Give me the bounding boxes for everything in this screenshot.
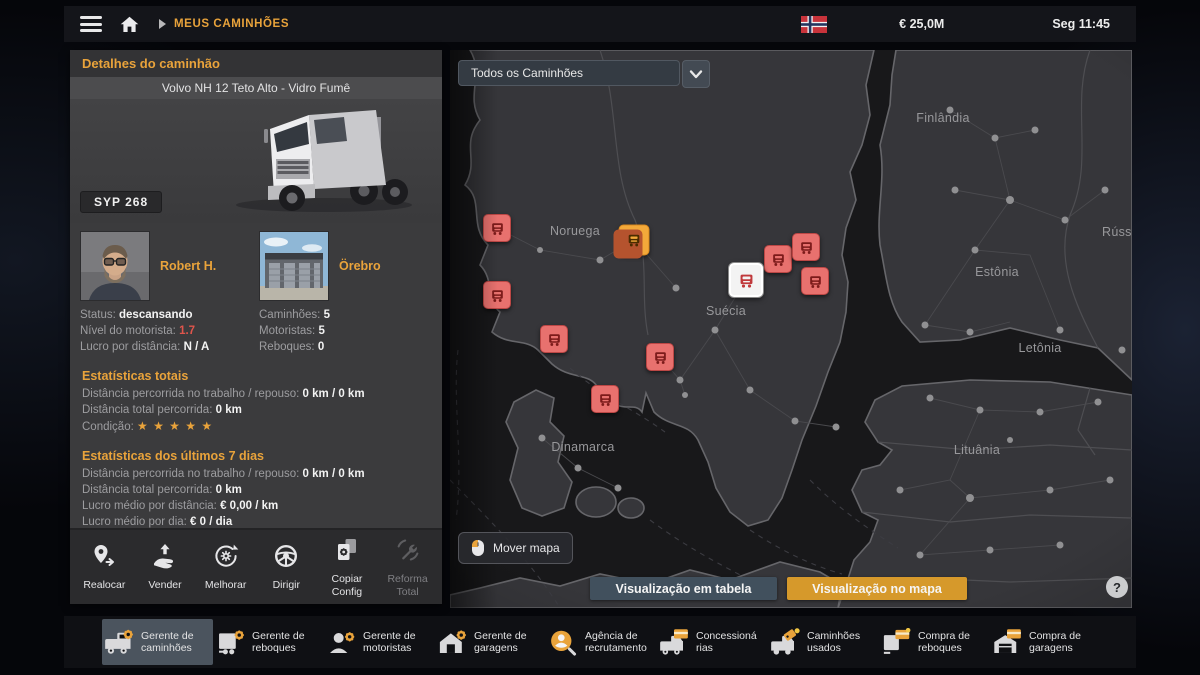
driver-level: Nível do motorista: 1.7 — [80, 323, 253, 339]
recruitment-agency-icon — [548, 628, 578, 656]
truck-marker-red[interactable] — [646, 343, 674, 371]
home-icon[interactable] — [120, 16, 139, 33]
help-button[interactable]: ? — [1106, 576, 1128, 598]
truck-marker-red[interactable] — [591, 385, 619, 413]
garage-purchase-icon — [992, 628, 1022, 656]
condition-row: Condição: ★ ★ ★ ★ ★ — [82, 418, 430, 435]
truck-marker-red[interactable] — [540, 325, 568, 353]
garage-trucks: Caminhões: 5 — [259, 307, 432, 323]
toolbar-garage-manager[interactable]: Gerente de garagens — [435, 619, 546, 665]
toolbar-trailer-purchase[interactable]: Compra de reboques — [879, 619, 990, 665]
table-view-button[interactable]: Visualização em tabela — [590, 577, 777, 600]
garage-photo — [259, 231, 329, 301]
relocate-icon — [90, 542, 118, 575]
truck-marker-orange-stack[interactable] — [619, 225, 650, 256]
truck-marker-red[interactable] — [764, 245, 792, 273]
map-view-button[interactable]: Visualização no mapa — [787, 577, 967, 600]
copy-config-icon — [333, 536, 361, 569]
garage-name[interactable]: Örebro — [339, 259, 381, 273]
truck-details-panel: Detalhes do caminhão Volvo NH 12 Teto Al… — [70, 50, 442, 604]
license-plate: SYP 268 — [80, 191, 162, 213]
truck-model: Volvo NH 12 Teto Alto - Vidro Fumê — [70, 77, 442, 99]
game-datetime: Seg 11:45 — [1052, 17, 1110, 31]
toolbar-trailer-manager[interactable]: Gerente de reboques — [213, 619, 324, 665]
country-label: Noruega — [550, 224, 600, 238]
breadcrumb-caret-icon — [159, 19, 166, 29]
truck-image — [214, 99, 424, 219]
garage-manager-icon — [437, 628, 467, 656]
total-distance: Distância total percorrida: 0 km — [82, 402, 430, 418]
drive-button[interactable]: Dirigir — [258, 542, 315, 592]
week-work-rest: Distância percorrida no trabalho / repou… — [82, 466, 430, 482]
week-distance: Distância total percorrida: 0 km — [82, 482, 430, 498]
sell-button[interactable]: Vender — [136, 542, 193, 592]
relocate-button[interactable]: Realocar — [76, 542, 133, 592]
garage-trailers: Reboques: 0 — [259, 339, 432, 355]
country-label: Estônia — [975, 265, 1019, 279]
drive-icon — [272, 542, 300, 575]
used-trucks-icon — [770, 628, 800, 656]
sell-icon — [151, 542, 179, 575]
panel-title: Detalhes do caminhão — [70, 50, 442, 77]
truck-filter-dropdown[interactable]: Todos os Caminhões — [458, 60, 680, 86]
toolbar-garage-purchase[interactable]: Compra de garagens — [990, 619, 1101, 665]
truck-marker-red[interactable] — [483, 214, 511, 242]
truck-filter-chevron-button[interactable] — [682, 60, 710, 88]
driver-name[interactable]: Robert H. — [160, 259, 216, 273]
country-label: Letônia — [1018, 341, 1061, 355]
garage-drivers: Motoristas: 5 — [259, 323, 432, 339]
toolbar-dealers[interactable]: Concessionárias — [657, 619, 768, 665]
dealers-icon — [659, 628, 689, 656]
trailer-purchase-icon — [881, 628, 911, 656]
norway-flag-icon — [801, 16, 827, 33]
total-stats-title: Estatísticas totais — [82, 369, 430, 383]
driver-profit: Lucro por distância: N / A — [80, 339, 253, 355]
toolbar-truck-manager[interactable]: Gerente de caminhões — [102, 619, 213, 665]
chevron-down-icon — [689, 68, 703, 80]
country-label: Rússia — [1102, 225, 1132, 239]
screen: { "top_bar": { "breadcrumb": "MEUS CAMIN… — [0, 0, 1200, 675]
country-label: Finlândia — [916, 111, 969, 125]
mouse-icon — [471, 539, 485, 557]
move-map-hint: Mover mapa — [458, 532, 573, 564]
truck-image-area: SYP 268 — [70, 99, 442, 223]
upgrade-button[interactable]: Melhorar — [197, 542, 254, 592]
country-label: Suécia — [706, 304, 746, 318]
menu-icon[interactable] — [80, 16, 102, 32]
condition-stars: ★ ★ ★ ★ ★ — [137, 419, 213, 433]
truck-marker-red[interactable] — [483, 281, 511, 309]
week-stats-section: Estatísticas dos últimos 7 dias Distânci… — [70, 449, 442, 530]
driver-status: Status: descansando — [80, 307, 253, 323]
driver-photo — [80, 231, 150, 301]
total-work-rest: Distância percorrida no trabalho / repou… — [82, 386, 430, 402]
upgrade-icon — [212, 542, 240, 575]
map-overlay: Finlândia Noruega Suécia Estônia Rússia Letôn… — [450, 50, 1132, 608]
truck-manager-icon — [104, 628, 134, 656]
driver-garage-info: Robert H. Status: descansando Nível do m… — [70, 223, 442, 355]
truck-marker-red[interactable] — [792, 233, 820, 261]
copy-config-button[interactable]: Copiar Config — [318, 536, 375, 598]
truck-action-bar: Realocar Vender Melhorar — [70, 528, 442, 604]
map-panel[interactable]: Finlândia Noruega Suécia Estônia Rússia Letôn… — [450, 50, 1132, 608]
total-overhaul-button[interactable]: Reforma Total — [379, 536, 436, 598]
truck-filter: Todos os Caminhões — [458, 60, 710, 88]
country-label: Dinamarca — [551, 440, 614, 454]
trailer-manager-icon — [215, 628, 245, 656]
total-overhaul-icon — [394, 536, 422, 569]
top-bar: MEUS CAMINHÕES € 25,0M Seg 11:45 — [64, 6, 1136, 42]
country-label: Lituânia — [954, 443, 1000, 457]
player-money: € 25,0M — [899, 17, 944, 31]
driver-manager-icon — [326, 628, 356, 656]
truck-marker-red[interactable] — [801, 267, 829, 295]
truck-marker-selected[interactable] — [729, 263, 763, 297]
total-stats-section: Estatísticas totais Distância percorrida… — [70, 369, 442, 435]
toolbar-used-trucks[interactable]: Caminhões usados — [768, 619, 879, 665]
breadcrumb[interactable]: MEUS CAMINHÕES — [174, 18, 289, 30]
toolbar-driver-manager[interactable]: Gerente de motoristas — [324, 619, 435, 665]
week-avg-profit-distance: Lucro médio por distância: € 0,00 / km — [82, 498, 430, 514]
toolbar-recruitment-agency[interactable]: Agência de recrutamento — [546, 619, 657, 665]
week-stats-title: Estatísticas dos últimos 7 dias — [82, 449, 430, 463]
management-toolbar: Gerente de caminhões Gerente de reboques… — [64, 616, 1136, 668]
